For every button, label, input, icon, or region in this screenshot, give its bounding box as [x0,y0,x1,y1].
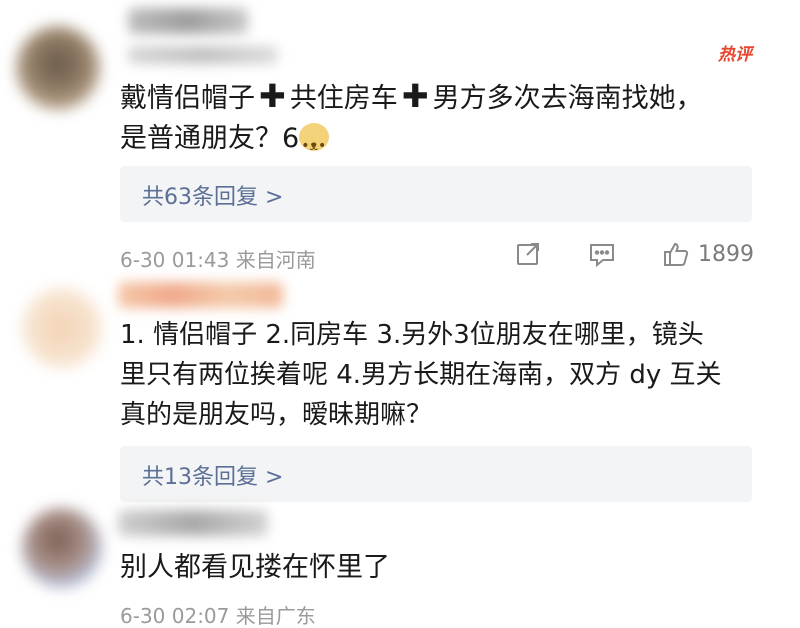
comment-text-part: 共住房车 [289,83,398,114]
replies-count-label: 共13条回复 > [142,465,284,490]
replies-count-label: 共63条回复 > [142,185,284,210]
dog-face-emoji-icon [299,123,330,166]
timestamp: 6-30 01:43 [120,248,230,272]
replies-link[interactable]: 共13条回复 > [120,446,752,502]
replies-link[interactable]: 共63条回复 > [120,166,752,222]
comment-text: 别人都看见搂在怀里了 [120,548,770,588]
timestamp: 6-30 02:07 [120,604,230,628]
username-blurred[interactable] [128,8,248,34]
hot-comment-badge: 热评 [718,45,752,65]
comment-meta: 6-30 02:07 来自广东 [120,600,316,628]
comment-icon [590,244,614,268]
comment-text-line: 真的是朋友吗，暧昧期嘛？ [120,400,433,430]
share-button[interactable] [514,240,542,268]
comment-text-part: 戴情侣帽子 [120,83,255,114]
comment-meta: 6-30 01:43 来自河南 [120,244,316,273]
like-count: 1899 [698,241,754,267]
avatar[interactable] [22,288,102,368]
location-label: 来自广东 [235,604,316,628]
plus-icon: ✚ [259,77,286,115]
comment-button[interactable] [588,240,616,268]
avatar[interactable] [22,508,102,588]
comment-text-line: 里只有两位挨着呢 4.男方长期在海南，双方 dy 互关 [120,360,722,390]
comment-text-part: 男方多次去海南找她， [432,83,703,114]
location-label: 来自河南 [235,248,316,272]
username-blurred[interactable] [118,282,283,308]
plus-icon: ✚ [401,77,429,115]
like-button[interactable]: 1899 [662,240,754,268]
avatar[interactable] [16,26,100,110]
comment-text-line: 1. 情侣帽子 2.同房车 3.另外3位朋友在哪里，镜头 [120,320,704,350]
comment-actions: 1899 [514,240,754,268]
username-blurred[interactable] [118,510,268,536]
username-subline-blurred [128,46,278,64]
share-icon [517,243,539,265]
comment-text: 1. 情侣帽子 2.同房车 3.另外3位朋友在哪里，镜头 里只有两位挨着呢 4.… [120,315,770,435]
comment-text: 戴情侣帽子 ✚ 共住房车 ✚ 男方多次去海南找她， 是普通朋友？6 [120,76,770,166]
comment-text-line: 别人都看见搂在怀里了 [120,552,390,583]
comment-text-part: 是普通朋友？6 [120,123,300,154]
thumbs-up-icon [664,242,689,266]
